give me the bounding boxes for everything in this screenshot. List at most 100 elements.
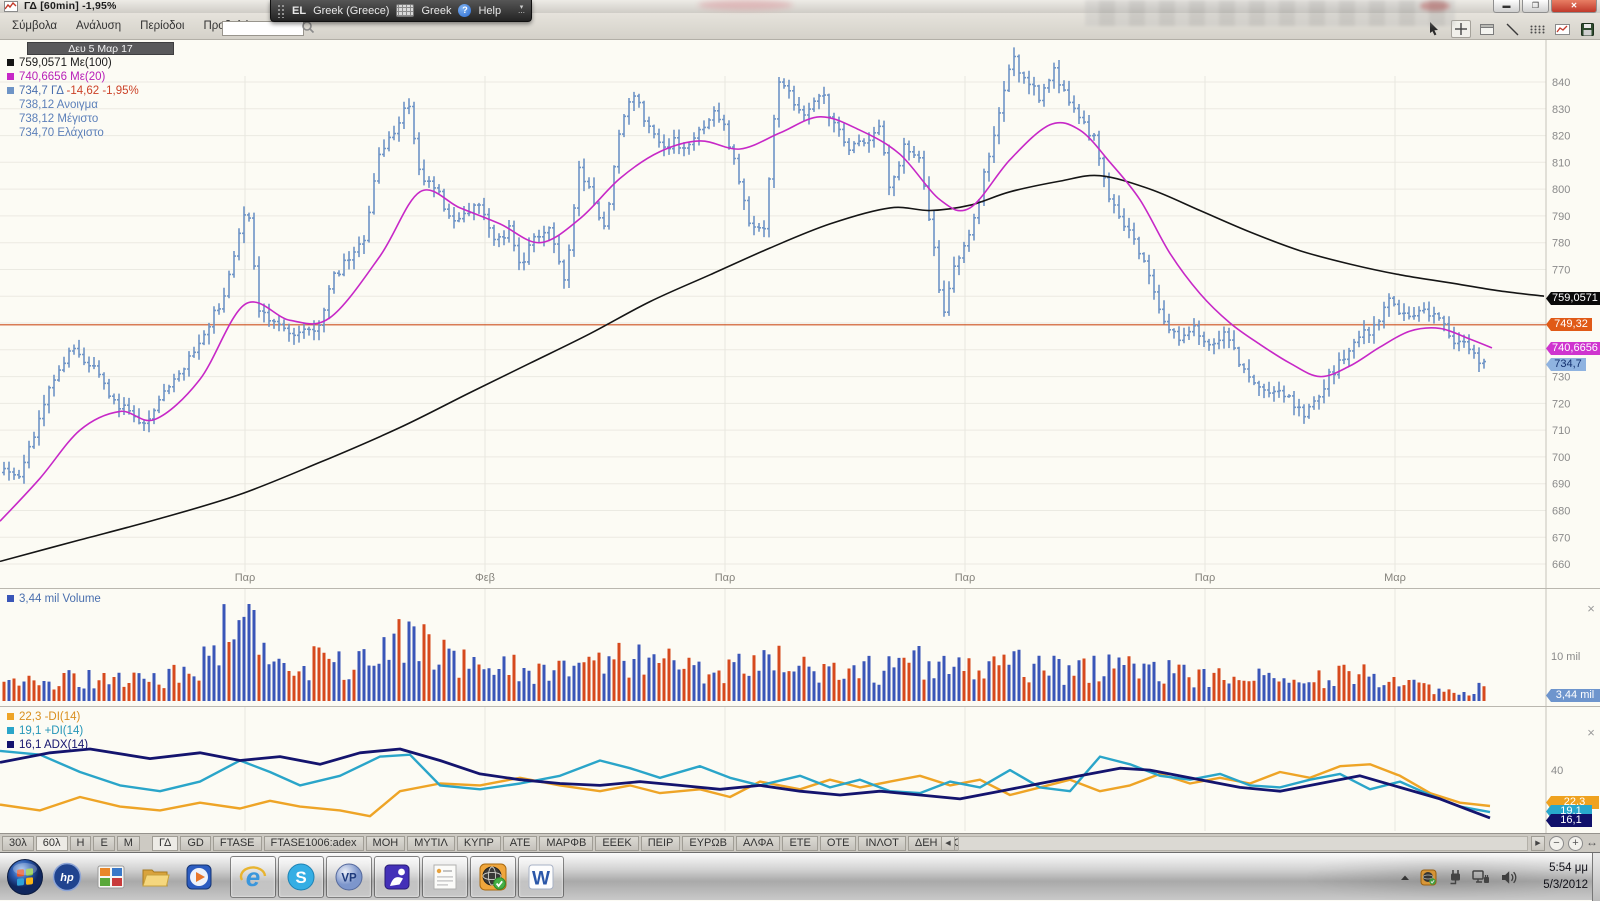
word-button[interactable]: W <box>518 856 564 898</box>
keyboard-layout[interactable]: Greek <box>421 5 451 17</box>
hline-price-tag: 749,32 <box>1546 318 1592 331</box>
svg-text:Μαρ: Μαρ <box>1384 572 1406 584</box>
tab-ΠΕΙΡ[interactable]: ΠΕΙΡ <box>641 836 681 851</box>
pointer-tool-icon[interactable] <box>1426 21 1444 37</box>
price-chart[interactable]: 6606706806907007107207307407507607707807… <box>0 40 1600 588</box>
tab-ΜΑΡΦΒ[interactable]: ΜΑΡΦΒ <box>539 836 593 851</box>
crosshair-tool-icon[interactable] <box>1451 20 1471 38</box>
tab-Ε[interactable]: Ε <box>93 836 114 851</box>
language-bar-options-icon[interactable]: ▾⋯ <box>518 5 525 17</box>
svg-text:720: 720 <box>1552 398 1570 410</box>
ma100-price-tag: 759,0571 <box>1546 292 1600 305</box>
svg-text:Φεβ: Φεβ <box>475 572 495 584</box>
power-plug-icon[interactable] <box>1447 869 1464 886</box>
hidden-icons-arrow[interactable] <box>1398 871 1415 888</box>
scroll-left-icon[interactable]: ◀ <box>941 836 955 851</box>
drag-grip-icon[interactable] <box>277 4 285 18</box>
start-button[interactable] <box>6 858 44 896</box>
svg-text:hp: hp <box>60 872 74 884</box>
tab-ΜΥΤΙΛ[interactable]: ΜΥΤΙΛ <box>407 836 455 851</box>
presentation-app-button[interactable] <box>374 856 420 898</box>
volume-chart[interactable] <box>0 589 1600 707</box>
search-icon[interactable] <box>301 20 315 39</box>
menu-analysis[interactable]: Ανάλυση <box>76 20 121 32</box>
maximize-button[interactable]: ❐ <box>1522 0 1549 13</box>
crosshair-date-tooltip: Δευ 5 Μαρ 17 <box>27 42 174 55</box>
chart-tool-icon[interactable] <box>1553 21 1571 37</box>
trendline-tool-icon[interactable] <box>1503 21 1521 37</box>
tab-ΚΥΠΡ[interactable]: ΚΥΠΡ <box>457 836 501 851</box>
notes-app-button[interactable] <box>422 856 468 898</box>
close-button[interactable]: ✕ <box>1551 0 1597 13</box>
menu-periods[interactable]: Περίοδοι <box>140 20 184 32</box>
clock-date: 5/3/2012 <box>1518 877 1588 894</box>
horizontal-resize-icon[interactable]: ↔ <box>1586 835 1598 849</box>
language-bar[interactable]: EL Greek (Greece) Greek ? Help ▾⋯ <box>270 0 532 22</box>
adx-tag: 16,1 <box>1546 814 1592 827</box>
tab-scrollbar-track[interactable] <box>958 836 1528 851</box>
grid-tool-icon[interactable] <box>1528 21 1546 37</box>
tab-Η[interactable]: Η <box>70 836 92 851</box>
help-icon[interactable]: ? <box>458 4 471 17</box>
internet-explorer-button[interactable]: e <box>230 856 276 898</box>
dmi-chart[interactable] <box>0 707 1600 834</box>
photo-viewer-icon[interactable] <box>96 862 126 892</box>
media-player-icon[interactable] <box>184 862 214 892</box>
symbol-search-input[interactable] <box>222 21 304 36</box>
close-indicator-pane-icon[interactable]: × <box>1585 727 1597 739</box>
menu-symbols[interactable]: Σύμβολα <box>12 20 57 32</box>
svg-text:Παρ: Παρ <box>235 572 256 584</box>
help-label[interactable]: Help <box>478 5 501 17</box>
volume-speaker-icon[interactable] <box>1500 869 1517 886</box>
svg-text:Παρ: Παρ <box>955 572 976 584</box>
language-code[interactable]: EL <box>292 5 306 17</box>
tab-ΕΕΕΚ[interactable]: ΕΕΕΚ <box>595 836 638 851</box>
svg-text:790: 790 <box>1552 211 1570 223</box>
globe-sync-button[interactable] <box>470 856 516 898</box>
tab-ΙΝΛΟΤ[interactable]: ΙΝΛΟΤ <box>858 836 905 851</box>
svg-text:780: 780 <box>1552 238 1570 250</box>
tab-Μ[interactable]: Μ <box>117 836 140 851</box>
tab-ΜΟΗ[interactable]: ΜΟΗ <box>366 836 406 851</box>
show-desktop-button[interactable] <box>1592 853 1600 901</box>
svg-text:710: 710 <box>1552 425 1570 437</box>
desktop: { "window": {"title": "ΓΔ [60min] -1,95%… <box>0 0 1600 900</box>
window-tool-icon[interactable] <box>1478 21 1496 37</box>
indicator-pane: 22,3 -DI(14) 19,1 +DI(14) 16,1 ADX(14) 4… <box>0 706 1600 833</box>
close-volume-pane-icon[interactable]: × <box>1585 603 1597 615</box>
tab-GD[interactable]: GD <box>180 836 211 851</box>
tab-ΟΤΕ[interactable]: ΟΤΕ <box>820 836 857 851</box>
menu-bar: Σύμβολα Ανάλυση Περίοδοι Προβολή <box>0 13 1600 40</box>
network-icon[interactable] <box>1472 869 1489 886</box>
language-name[interactable]: Greek (Greece) <box>313 5 389 17</box>
tab-FTASE1006:adex[interactable]: FTASE1006:adex <box>264 836 364 851</box>
hp-icon[interactable]: hp <box>52 862 82 892</box>
legend-adx: 16,1 ADX(14) <box>7 738 88 752</box>
zoom-in-icon[interactable]: + <box>1568 836 1583 851</box>
tab-FTASE[interactable]: FTASE <box>213 836 262 851</box>
tab-60λ[interactable]: 60λ <box>36 836 68 851</box>
tray-globe-sync-icon[interactable] <box>1420 869 1437 886</box>
scroll-right-icon[interactable]: ▶ <box>1531 836 1545 851</box>
tab-ΕΥΡΩΒ[interactable]: ΕΥΡΩΒ <box>682 836 734 851</box>
tab-30λ[interactable]: 30λ <box>2 836 34 851</box>
vp-app-button[interactable]: VP <box>326 856 372 898</box>
folder-explorer-icon[interactable] <box>140 862 170 892</box>
tab-ΔΕΗ[interactable]: ΔΕΗ <box>908 836 945 851</box>
tab-ΑΛΦΑ[interactable]: ΑΛΦΑ <box>736 836 780 851</box>
save-icon[interactable] <box>1578 21 1596 37</box>
svg-text:730: 730 <box>1552 372 1570 384</box>
skype-button[interactable]: S <box>278 856 324 898</box>
legend-ma100: 759,0571 Με(100) <box>7 56 139 70</box>
taskbar-clock[interactable]: 5:54 μμ 5/3/2012 <box>1518 860 1588 894</box>
tab-ΓΔ[interactable]: ΓΔ <box>152 836 178 851</box>
minimize-button[interactable]: ▬ <box>1493 0 1520 13</box>
volume-axis-tick: 10 mil <box>1551 651 1580 663</box>
tab-ΕΤΕ[interactable]: ΕΤΕ <box>782 836 817 851</box>
svg-text:S: S <box>295 868 306 887</box>
keyboard-icon[interactable] <box>396 4 414 17</box>
window-titlebar[interactable]: ΓΔ [60min] -1,95% ▬ ❐ ✕ <box>0 0 1600 13</box>
zoom-out-icon[interactable]: − <box>1549 836 1564 851</box>
svg-text:VP: VP <box>341 873 357 885</box>
tab-ΑΤΕ[interactable]: ΑΤΕ <box>503 836 538 851</box>
